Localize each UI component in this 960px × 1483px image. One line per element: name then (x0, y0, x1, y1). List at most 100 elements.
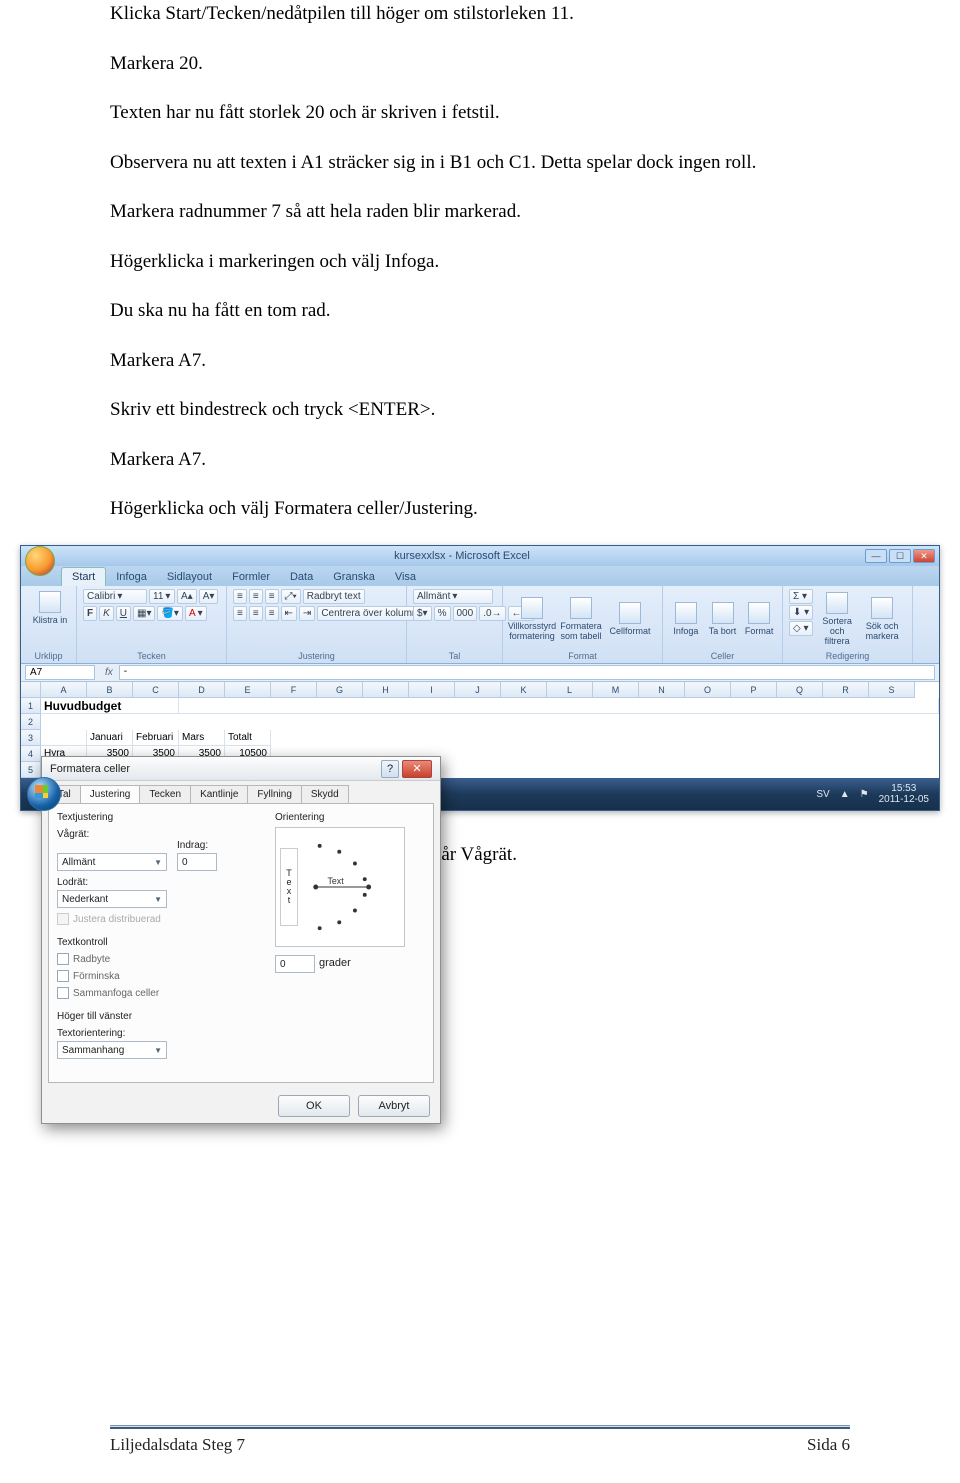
minimize-button[interactable]: — (865, 549, 887, 563)
border-button[interactable]: ▦▾ (133, 606, 155, 621)
row-header-1[interactable]: 1 (21, 698, 41, 714)
formula-input[interactable]: - (119, 665, 935, 680)
orientation-control[interactable]: Text (275, 827, 405, 947)
combo-lodrat[interactable]: Nederkant▼ (57, 890, 167, 908)
dlg-tab-justering[interactable]: Justering (80, 785, 141, 803)
col-header-h[interactable]: H (363, 682, 409, 698)
chk-sammanfoga[interactable]: Sammanfoga celler (57, 987, 261, 999)
dlg-tab-tecken[interactable]: Tecken (139, 785, 191, 803)
cell-a1[interactable]: Huvudbudget (41, 698, 179, 714)
combo-textorient[interactable]: Sammanhang▼ (57, 1041, 167, 1059)
tab-sidlayout[interactable]: Sidlayout (157, 568, 222, 586)
spin-indrag[interactable]: 0 (177, 853, 217, 871)
clear-button[interactable]: ◇ ▾ (789, 621, 813, 636)
tab-start[interactable]: Start (61, 567, 106, 586)
col-header-j[interactable]: J (455, 682, 501, 698)
number-format-combo[interactable]: Allmänt ▾ (413, 589, 493, 604)
lang-indicator[interactable]: SV (816, 789, 829, 800)
format-cells-button[interactable]: Format (742, 589, 776, 649)
shrink-font-button[interactable]: A▾ (199, 589, 219, 604)
chk-forminska[interactable]: Förminska (57, 970, 261, 982)
insert-cells-button[interactable]: Infoga (669, 589, 703, 649)
cancel-button[interactable]: Avbryt (358, 1095, 430, 1117)
col-header-l[interactable]: L (547, 682, 593, 698)
vertical-text-button[interactable]: Text (280, 848, 298, 926)
col-header-b[interactable]: B (87, 682, 133, 698)
col-header-c[interactable]: C (133, 682, 179, 698)
align-center-button[interactable]: ≡ (249, 606, 263, 621)
col-header-n[interactable]: N (639, 682, 685, 698)
cell-b3[interactable]: Januari (87, 730, 133, 746)
row-header-3[interactable]: 3 (21, 730, 41, 746)
taskbar-clock[interactable]: 15:53 2011-12-05 (879, 783, 929, 806)
align-bot-button[interactable]: ≡ (265, 589, 279, 604)
bold-button[interactable]: F (83, 606, 97, 621)
col-header-d[interactable]: D (179, 682, 225, 698)
fill-color-button[interactable]: 🪣▾ (157, 606, 182, 621)
italic-button[interactable]: K (99, 606, 114, 621)
fill-button[interactable]: ⬇ ▾ (789, 605, 813, 620)
col-header-o[interactable]: O (685, 682, 731, 698)
find-select-button[interactable]: Sök och markera (861, 589, 903, 649)
tab-visa[interactable]: Visa (385, 568, 426, 586)
percent-button[interactable]: % (434, 606, 451, 621)
indent-dec-button[interactable]: ⇤ (281, 606, 297, 621)
align-top-button[interactable]: ≡ (233, 589, 247, 604)
align-left-button[interactable]: ≡ (233, 606, 247, 621)
cell-d3[interactable]: Mars (179, 730, 225, 746)
ok-button[interactable]: OK (278, 1095, 350, 1117)
orientation-arc[interactable]: Text (306, 838, 398, 936)
row-header-5[interactable]: 5 (21, 762, 41, 778)
currency-button[interactable]: $▾ (413, 606, 432, 621)
combo-vagrat[interactable]: Allmänt▼ (57, 853, 167, 871)
col-header-r[interactable]: R (823, 682, 869, 698)
indent-inc-button[interactable]: ⇥ (299, 606, 315, 621)
paste-button[interactable]: Klistra in (27, 589, 73, 627)
underline-button[interactable]: U (116, 606, 131, 621)
fx-icon[interactable]: fx (99, 667, 119, 678)
col-header-e[interactable]: E (225, 682, 271, 698)
start-button[interactable] (27, 777, 61, 811)
dialog-help-button[interactable]: ? (381, 760, 399, 778)
grow-font-button[interactable]: A▴ (177, 589, 197, 604)
dialog-titlebar[interactable]: Formatera celler ? ✕ (42, 757, 440, 781)
cell-e3[interactable]: Totalt (225, 730, 271, 746)
select-all-corner[interactable] (21, 682, 41, 698)
tray-icon[interactable]: ▲ (840, 789, 850, 800)
col-header-f[interactable]: F (271, 682, 317, 698)
dlg-tab-skydd[interactable]: Skydd (301, 785, 349, 803)
tab-formler[interactable]: Formler (222, 568, 280, 586)
sort-filter-button[interactable]: Sortera och filtrera (816, 589, 858, 649)
dialog-close-button[interactable]: ✕ (402, 760, 432, 778)
cell-row1-rest[interactable] (179, 698, 939, 714)
col-header-k[interactable]: K (501, 682, 547, 698)
cell-styles-button[interactable]: Cellformat (607, 589, 653, 649)
col-header-m[interactable]: M (593, 682, 639, 698)
comma-button[interactable]: 000 (453, 606, 478, 621)
font-size-combo[interactable]: 11 ▾ (149, 589, 175, 604)
cell-a3[interactable] (41, 730, 87, 746)
col-header-s[interactable]: S (869, 682, 915, 698)
name-box[interactable]: A7 (25, 665, 95, 680)
inc-decimal-button[interactable]: .0→ (479, 606, 505, 621)
tab-granska[interactable]: Granska (323, 568, 385, 586)
cell-c3[interactable]: Februari (133, 730, 179, 746)
row-header-2[interactable]: 2 (21, 714, 41, 730)
spin-grader[interactable]: 0 (275, 955, 315, 973)
align-right-button[interactable]: ≡ (265, 606, 279, 621)
dlg-tab-kantlinje[interactable]: Kantlinje (190, 785, 248, 803)
row-header-4[interactable]: 4 (21, 746, 41, 762)
close-button[interactable]: ✕ (913, 549, 935, 563)
flag-icon[interactable]: ⚑ (860, 789, 869, 800)
tab-data[interactable]: Data (280, 568, 323, 586)
tab-infoga[interactable]: Infoga (106, 568, 157, 586)
col-header-a[interactable]: A (41, 682, 87, 698)
col-header-p[interactable]: P (731, 682, 777, 698)
col-header-g[interactable]: G (317, 682, 363, 698)
conditional-format-button[interactable]: Villkorsstyrd formatering (509, 589, 555, 649)
chk-radbyte[interactable]: Radbyte (57, 953, 261, 965)
col-header-q[interactable]: Q (777, 682, 823, 698)
autosum-button[interactable]: Σ ▾ (789, 589, 813, 604)
font-name-combo[interactable]: Calibri ▾ (83, 589, 147, 604)
format-table-button[interactable]: Formatera som tabell (558, 589, 604, 649)
